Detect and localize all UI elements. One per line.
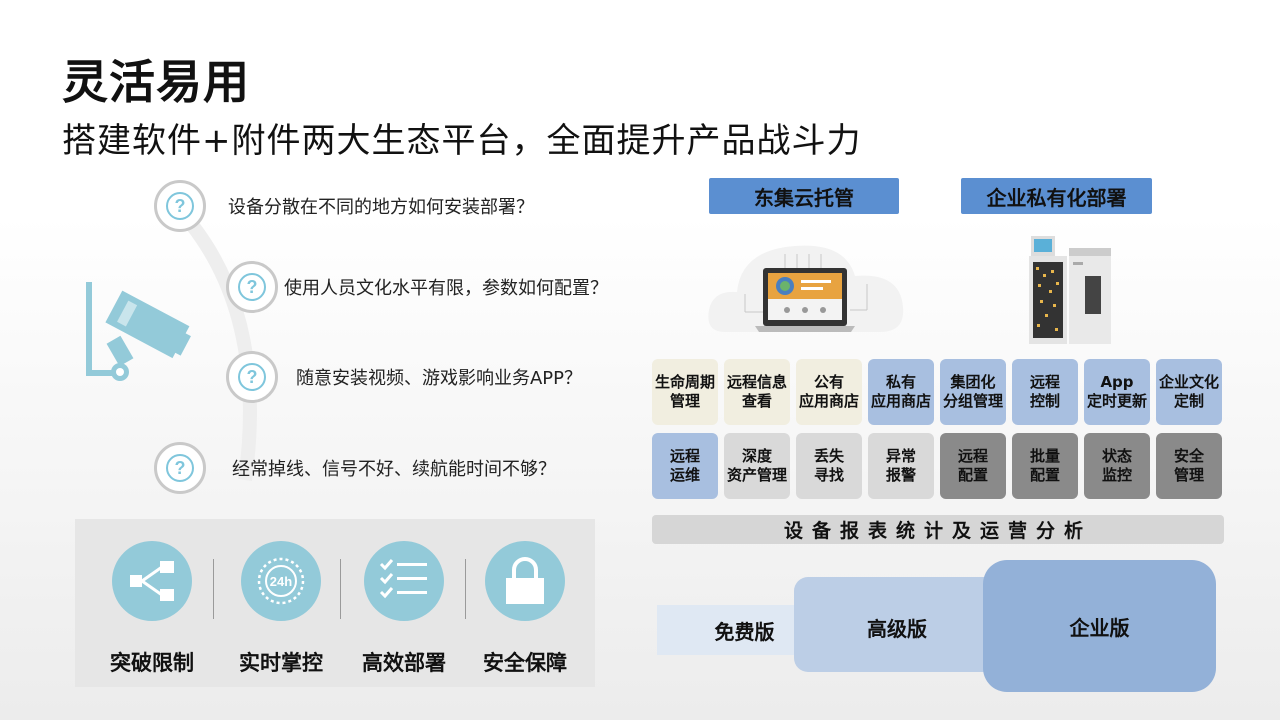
tile-group-management: 集团化 分组管理 (940, 359, 1006, 425)
question-item-3: ? 随意安装视频、游戏影响业务APP？ (226, 351, 582, 403)
tile-public-app-store: 公有 应用商店 (796, 359, 862, 425)
tile-anomaly-alarm: 异常 报警 (868, 433, 934, 499)
question-item-1: ? 设备分散在不同的地方如何安装部署？ (154, 180, 534, 232)
feature-circle (112, 541, 192, 621)
question-badge: ? (154, 180, 206, 232)
feature-panel: 突破限制 24h 实时掌控 高效部署 安全保障 (75, 519, 595, 687)
question-icon: ? (238, 363, 266, 391)
feature-breakthrough: 突破限制 (97, 541, 207, 677)
checklist-icon (379, 559, 427, 599)
tile-remote-control: 远程 控制 (1012, 359, 1078, 425)
feature-label: 高效部署 (362, 651, 446, 675)
question-badge: ? (226, 351, 278, 403)
feature-circle (485, 541, 565, 621)
question-text: 经常掉线、信号不好、续航能时间不够？ (232, 459, 556, 480)
question-item-4: ? 经常掉线、信号不好、续航能时间不够？ (154, 442, 556, 494)
lock-icon (506, 557, 544, 604)
tier-enterprise: 企业版 (983, 560, 1216, 692)
feature-realtime: 24h 实时掌控 (226, 541, 336, 677)
feature-security: 安全保障 (470, 541, 580, 677)
feature-circle: 24h (241, 541, 321, 621)
question-text: 设备分散在不同的地方如何安装部署？ (228, 197, 534, 218)
question-badge: ? (154, 442, 206, 494)
cloud-laptop-illustration (708, 245, 904, 332)
tile-app-scheduled-update: App 定时更新 (1084, 359, 1150, 425)
divider (213, 559, 214, 619)
tile-security-management: 安全 管理 (1156, 433, 1222, 499)
question-text: 使用人员文化水平有限，参数如何配置？ (284, 278, 608, 299)
divider (465, 559, 466, 619)
share-icon (130, 561, 174, 601)
clock-24h-icon: 24h (257, 557, 305, 605)
tile-remote-ops: 远程 运维 (652, 433, 718, 499)
private-deploy-header: 企业私有化部署 (961, 178, 1152, 214)
tile-batch-config: 批量 配置 (1012, 433, 1078, 499)
question-badge: ? (226, 261, 278, 313)
page-title: 灵活易用 (62, 55, 250, 109)
security-camera-icon (86, 282, 191, 381)
question-icon: ? (166, 192, 194, 220)
tile-lifecycle-management: 生命周期 管理 (652, 359, 718, 425)
feature-circle (364, 541, 444, 621)
page-subtitle: 搭建软件+附件两大生态平台，全面提升产品战斗力 (62, 121, 862, 161)
tile-lost-find: 丢失 寻找 (796, 433, 862, 499)
cloud-hosting-header: 东集云托管 (709, 178, 899, 214)
question-text: 随意安装视频、游戏影响业务APP？ (296, 368, 583, 389)
tile-status-monitor: 状态 监控 (1084, 433, 1150, 499)
question-icon: ? (238, 273, 266, 301)
feature-deployment: 高效部署 (349, 541, 459, 677)
question-item-2: ? 使用人员文化水平有限，参数如何配置？ (226, 261, 608, 313)
divider (340, 559, 341, 619)
question-icon: ? (166, 454, 194, 482)
tile-corporate-culture: 企业文化 定制 (1156, 359, 1222, 425)
tile-private-app-store: 私有 应用商店 (868, 359, 934, 425)
tile-asset-management: 深度 资产管理 (724, 433, 790, 499)
clock-24h-label: 24h (270, 574, 292, 589)
feature-label: 实时掌控 (239, 651, 323, 675)
tile-remote-config: 远程 配置 (940, 433, 1006, 499)
feature-label: 突破限制 (110, 651, 194, 675)
report-analysis-bar: 设备报表统计及运营分析 (652, 515, 1224, 544)
server-rack-illustration (1029, 236, 1111, 344)
tile-remote-info-view: 远程信息 查看 (724, 359, 790, 425)
feature-label: 安全保障 (483, 651, 567, 675)
